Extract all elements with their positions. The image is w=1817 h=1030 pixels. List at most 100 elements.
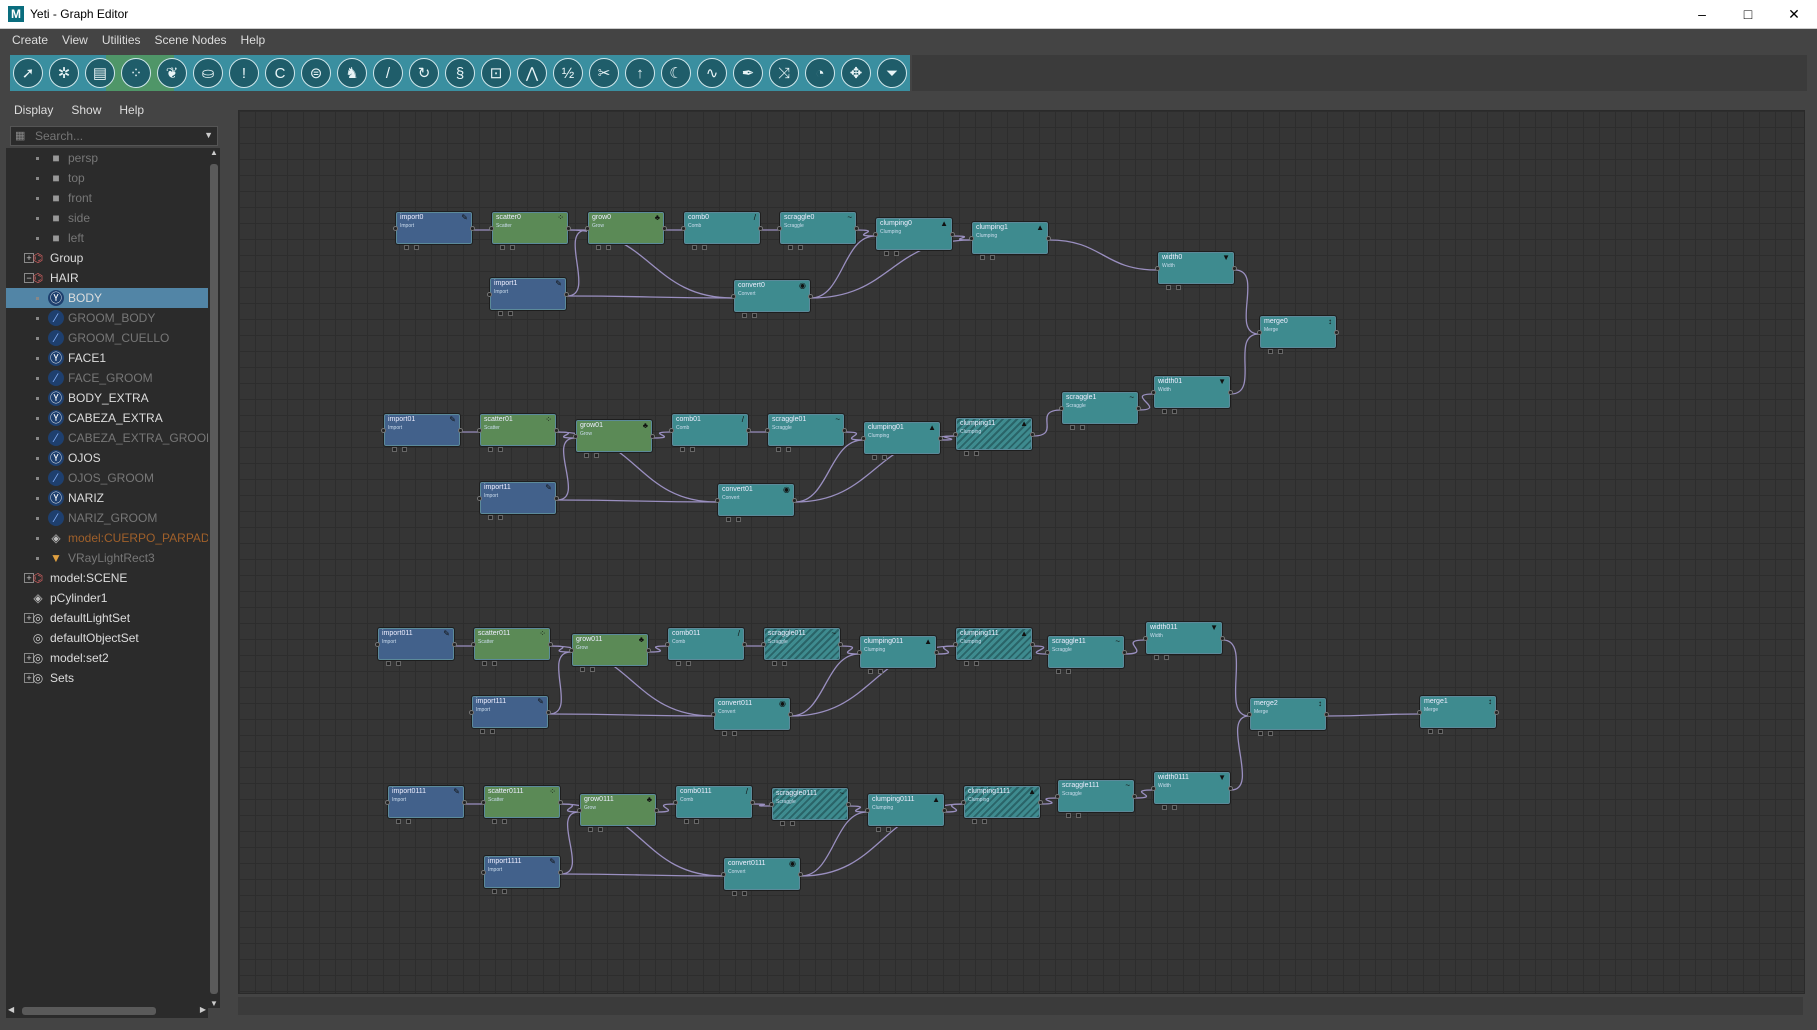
outliner-item[interactable]: Ⓨ OJOS: [6, 448, 208, 468]
input-port[interactable]: [765, 428, 770, 433]
node-attribute-port[interactable]: [492, 889, 497, 894]
close-icon[interactable]: ✕: [1771, 0, 1817, 28]
output-port[interactable]: [938, 436, 943, 441]
output-port[interactable]: [1046, 236, 1051, 241]
output-port[interactable]: [934, 650, 939, 655]
node-attribute-port[interactable]: [502, 819, 507, 824]
output-port[interactable]: [792, 498, 797, 503]
connection-wire[interactable]: [550, 645, 572, 653]
node-attribute-port[interactable]: [702, 245, 707, 250]
input-port[interactable]: [1151, 390, 1156, 395]
output-port[interactable]: [1232, 266, 1237, 271]
graph-node-grow[interactable]: grow0111 Grow ♣: [577, 793, 659, 832]
node-attribute-port[interactable]: [964, 451, 969, 456]
scroll-right-icon[interactable]: ▶: [200, 1005, 206, 1014]
outliner-item[interactable]: + ◎ model:set2: [6, 648, 208, 668]
input-port[interactable]: [865, 808, 870, 813]
node-attribute-port[interactable]: [972, 819, 977, 824]
node-attribute-port[interactable]: [508, 311, 513, 316]
connection-wire[interactable]: [560, 873, 724, 877]
outliner-vertical-scrollbar[interactable]: ▲ ▼: [208, 148, 220, 1008]
graph-node-scatter[interactable]: scatter011 Scatter ⁘: [471, 627, 553, 666]
graph-node-grow[interactable]: grow0 Grow ♣: [585, 211, 667, 250]
connection-wire[interactable]: [566, 295, 734, 299]
output-port[interactable]: [746, 428, 751, 433]
output-port[interactable]: [1030, 432, 1035, 437]
input-port[interactable]: [861, 436, 866, 441]
input-port[interactable]: [1257, 330, 1262, 335]
outliner-item[interactable]: ⁄ OJOS_GROOM: [6, 468, 208, 488]
outliner-item[interactable]: ■ persp: [6, 148, 208, 168]
node-attribute-port[interactable]: [868, 669, 873, 674]
output-port[interactable]: [548, 642, 553, 647]
graph-node-merge[interactable]: merge2 Merge ↕: [1247, 697, 1329, 736]
input-port[interactable]: [669, 428, 674, 433]
outliner-item[interactable]: Ⓨ BODY_EXTRA: [6, 388, 208, 408]
connection-wire[interactable]: [794, 439, 864, 503]
graph-node-convert[interactable]: convert01 Convert ◉: [715, 483, 797, 522]
node-attribute-port[interactable]: [886, 827, 891, 832]
node-attribute-port[interactable]: [1066, 813, 1071, 818]
node-attribute-port[interactable]: [1176, 285, 1181, 290]
output-port[interactable]: [942, 808, 947, 813]
graph-node-scatter[interactable]: scatter0 Scatter ⁘: [489, 211, 571, 250]
input-port[interactable]: [969, 236, 974, 241]
connection-wire[interactable]: [1040, 797, 1058, 805]
outliner-item[interactable]: ⁄ GROOM_BODY: [6, 308, 208, 328]
node-attribute-port[interactable]: [684, 819, 689, 824]
stroke-icon[interactable]: ∿: [697, 58, 727, 88]
connection-wire[interactable]: [1138, 393, 1154, 411]
scrollbar-thumb[interactable]: [22, 1007, 156, 1015]
chevron-down-icon[interactable]: ▼: [204, 130, 213, 140]
node-attribute-port[interactable]: [492, 661, 497, 666]
graph-node-comb[interactable]: comb0111 Comb /: [673, 785, 755, 824]
input-port[interactable]: [1045, 650, 1050, 655]
input-port[interactable]: [487, 292, 492, 297]
graph-node-clumping[interactable]: clumping1111 Clumping ▲: [961, 785, 1043, 824]
graph-node-comb[interactable]: comb01 Comb /: [669, 413, 751, 452]
graph-node-scraggle[interactable]: scraggle011 Scraggle ~: [761, 627, 843, 666]
input-port[interactable]: [1055, 794, 1060, 799]
output-port[interactable]: [1334, 330, 1339, 335]
connection-wire[interactable]: [656, 803, 676, 813]
connection-wire[interactable]: [1134, 789, 1154, 799]
outliner-item[interactable]: ■ top: [6, 168, 208, 188]
node-attribute-port[interactable]: [580, 667, 585, 672]
node-attribute-port[interactable]: [686, 661, 691, 666]
outliner-item[interactable]: ⁄ NARIZ_GROOM: [6, 508, 208, 528]
connection-wire[interactable]: [944, 803, 964, 813]
graph-node-grow[interactable]: grow011 Grow ♣: [569, 633, 651, 672]
outliner-item[interactable]: ⁄ GROOM_CUELLO: [6, 328, 208, 348]
output-port[interactable]: [1030, 642, 1035, 647]
tape-icon[interactable]: ⊡: [481, 58, 511, 88]
menu-create[interactable]: Create: [12, 33, 48, 47]
node-attribute-port[interactable]: [498, 447, 503, 452]
node-attribute-port[interactable]: [742, 891, 747, 896]
graph-node-scraggle[interactable]: scraggle1 Scraggle ~: [1059, 391, 1141, 430]
node-attribute-port[interactable]: [690, 447, 695, 452]
input-port[interactable]: [471, 642, 476, 647]
output-port[interactable]: [654, 808, 659, 813]
input-port[interactable]: [381, 428, 386, 433]
outliner-item[interactable]: ⁄ FACE_GROOM: [6, 368, 208, 388]
node-attribute-port[interactable]: [788, 245, 793, 250]
graph-node-width[interactable]: width0111 Width ▼: [1151, 771, 1233, 810]
outliner-item[interactable]: + ⌬ model:SCENE: [6, 568, 208, 588]
connection-wire[interactable]: [790, 653, 860, 717]
output-port[interactable]: [788, 712, 793, 717]
input-port[interactable]: [715, 498, 720, 503]
graph-node-comb[interactable]: comb011 Comb /: [665, 627, 747, 666]
node-attribute-port[interactable]: [964, 661, 969, 666]
graph-node-merge[interactable]: merge1 Merge ↕: [1417, 695, 1499, 734]
node-attribute-port[interactable]: [584, 453, 589, 458]
input-port[interactable]: [1155, 266, 1160, 271]
graph-node-import[interactable]: import1 Import ✎: [487, 277, 569, 316]
output-port[interactable]: [646, 648, 651, 653]
outliner-item[interactable]: Ⓨ CABEZA_EXTRA: [6, 408, 208, 428]
graph-node-clumping[interactable]: clumping0111 Clumping ▲: [865, 793, 947, 832]
graph-node-clumping[interactable]: clumping11 Clumping ▲: [953, 417, 1035, 456]
connection-wire[interactable]: [1032, 409, 1062, 437]
node-attribute-port[interactable]: [980, 255, 985, 260]
output-port[interactable]: [1324, 712, 1329, 717]
outliner-item[interactable]: ▼ VRayLightRect3: [6, 548, 208, 568]
